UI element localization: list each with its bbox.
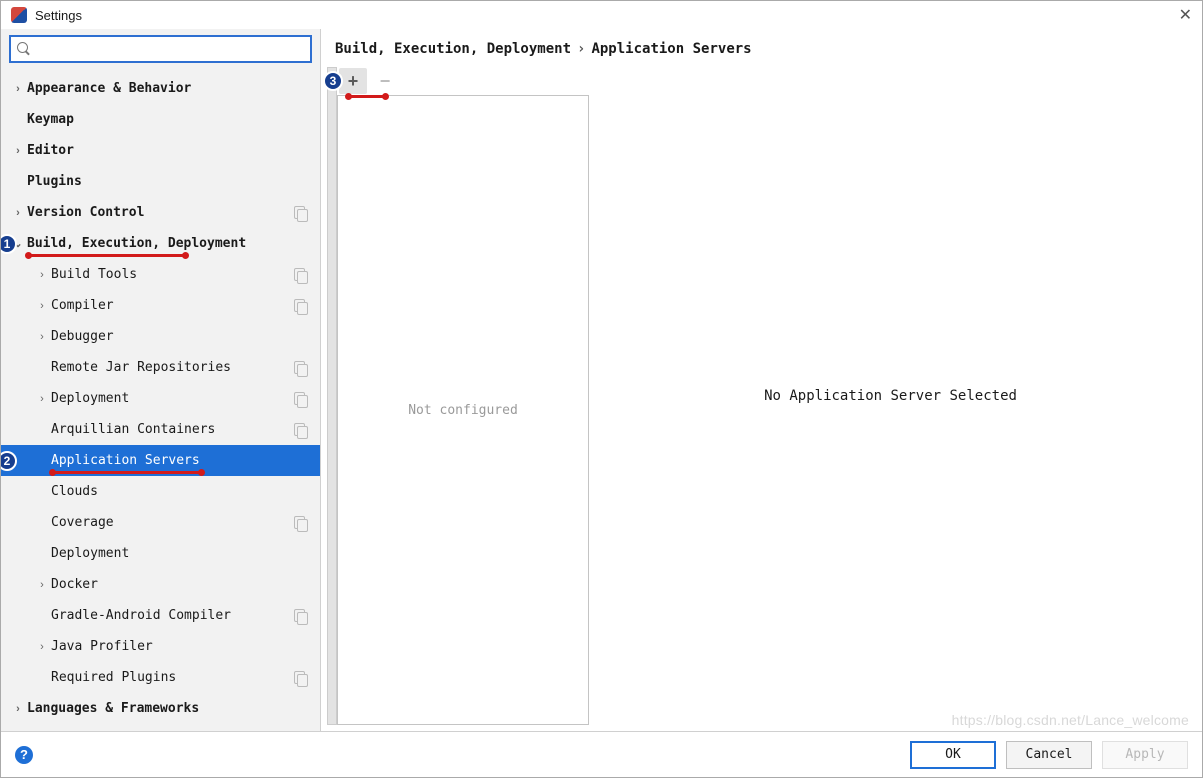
chevron-icon: › (33, 300, 51, 312)
tree-item-label: Remote Jar Repositories (51, 360, 231, 375)
copy-settings-icon (294, 299, 308, 313)
settings-dialog: Settings ✕ ›Appearance & BehaviorKeymap›… (0, 0, 1203, 778)
window-title: Settings (35, 8, 82, 23)
copy-settings-icon (294, 268, 308, 282)
list-scrollbar[interactable] (327, 67, 337, 725)
search-box[interactable] (9, 35, 312, 63)
list-toolbar: + − 3 (337, 67, 589, 95)
breadcrumb-current: Application Servers (591, 41, 751, 57)
tree-item-label: Plugins (27, 174, 82, 189)
app-logo-icon (11, 7, 27, 23)
annotation-badge-3: 3 (323, 71, 343, 91)
copy-settings-icon (294, 206, 308, 220)
list-empty-text: Not configured (408, 403, 518, 418)
tree-item-label: Java Profiler (51, 639, 153, 654)
tree-item-label: Required Plugins (51, 670, 176, 685)
search-wrap (1, 29, 320, 69)
tree-item-label: Version Control (27, 205, 144, 220)
search-input[interactable] (37, 42, 304, 57)
tree-item-label: Coverage (51, 515, 114, 530)
chevron-icon: › (33, 331, 51, 343)
tree-item-remote-jar-repositories[interactable]: Remote Jar Repositories (1, 352, 320, 383)
copy-settings-icon (294, 392, 308, 406)
tree-item-label: Build, Execution, Deployment (27, 236, 246, 251)
tree-item-label: Gradle-Android Compiler (51, 608, 231, 623)
annotation-underline-3 (347, 95, 387, 98)
tree-item-version-control[interactable]: ›Version Control (1, 197, 320, 228)
breadcrumb: Build, Execution, Deployment › Applicati… (321, 29, 1202, 61)
breadcrumb-sep: › (577, 41, 585, 57)
chevron-icon: › (9, 83, 27, 95)
tree-item-label: Arquillian Containers (51, 422, 215, 437)
tree-item-appearance-behavior[interactable]: ›Appearance & Behavior (1, 73, 320, 104)
annotation-underline-2 (51, 471, 203, 474)
tree-item-coverage[interactable]: Coverage (1, 507, 320, 538)
tree-item-label: Application Servers (51, 453, 200, 468)
main-area: ›Appearance & BehaviorKeymap›EditorPlugi… (1, 29, 1202, 731)
ok-button[interactable]: OK (910, 741, 996, 769)
tree-item-arquillian-containers[interactable]: Arquillian Containers (1, 414, 320, 445)
close-icon[interactable]: ✕ (1179, 5, 1192, 25)
copy-settings-icon (294, 361, 308, 375)
annotation-underline-1 (27, 254, 187, 257)
annotation-badge-1: 1 (1, 234, 17, 254)
chevron-icon: › (33, 641, 51, 653)
tree-item-label: Appearance & Behavior (27, 81, 191, 96)
add-server-button[interactable]: + (339, 68, 367, 94)
tree-item-label: Languages & Frameworks (27, 701, 199, 716)
tree-item-label: Clouds (51, 484, 98, 499)
search-icon (17, 42, 31, 56)
tree-item-label: Editor (27, 143, 74, 158)
titlebar: Settings ✕ (1, 1, 1202, 29)
apply-button: Apply (1102, 741, 1188, 769)
tree-item-label: Debugger (51, 329, 114, 344)
server-list-box[interactable]: Not configured (337, 95, 589, 725)
tree-item-keymap[interactable]: Keymap (1, 104, 320, 135)
remove-server-button[interactable]: − (371, 68, 399, 94)
dialog-footer: ? OK Cancel Apply (1, 731, 1202, 777)
tree-item-label: Compiler (51, 298, 114, 313)
copy-settings-icon (294, 609, 308, 623)
tree-item-debugger[interactable]: ›Debugger (1, 321, 320, 352)
tree-item-docker[interactable]: ›Docker (1, 569, 320, 600)
copy-settings-icon (294, 516, 308, 530)
tree-item-label: Deployment (51, 391, 129, 406)
breadcrumb-parent: Build, Execution, Deployment (335, 41, 571, 57)
content-body: + − 3 Not configured No Application Serv… (321, 61, 1202, 731)
cancel-button[interactable]: Cancel (1006, 741, 1092, 769)
tree-item-build-tools[interactable]: ›Build Tools (1, 259, 320, 290)
help-button[interactable]: ? (15, 746, 33, 764)
tree-item-deployment[interactable]: ›Deployment (1, 383, 320, 414)
chevron-icon: › (33, 269, 51, 281)
copy-settings-icon (294, 423, 308, 437)
server-detail-panel: No Application Server Selected (589, 67, 1202, 725)
tree-item-clouds[interactable]: Clouds (1, 476, 320, 507)
chevron-icon: › (33, 393, 51, 405)
tree-item-required-plugins[interactable]: Required Plugins (1, 662, 320, 693)
chevron-icon: › (9, 703, 27, 715)
tree-item-label: Keymap (27, 112, 74, 127)
tree-item-deployment[interactable]: Deployment (1, 538, 320, 569)
detail-empty-text: No Application Server Selected (764, 388, 1017, 404)
chevron-icon: › (33, 579, 51, 591)
tree-item-java-profiler[interactable]: ›Java Profiler (1, 631, 320, 662)
tree-item-compiler[interactable]: ›Compiler (1, 290, 320, 321)
chevron-icon: › (9, 145, 27, 157)
content: Build, Execution, Deployment › Applicati… (321, 29, 1202, 731)
tree-item-label: Deployment (51, 546, 129, 561)
copy-settings-icon (294, 671, 308, 685)
tree-item-editor[interactable]: ›Editor (1, 135, 320, 166)
tree-item-label: Build Tools (51, 267, 137, 282)
tree-item-label: Docker (51, 577, 98, 592)
settings-tree[interactable]: ›Appearance & BehaviorKeymap›EditorPlugi… (1, 69, 320, 731)
server-list-panel: + − 3 Not configured (337, 67, 589, 725)
tree-item-plugins[interactable]: Plugins (1, 166, 320, 197)
tree-item-build-execution-deployment[interactable]: ⌄Build, Execution, Deployment1 (1, 228, 320, 259)
annotation-badge-2: 2 (1, 451, 17, 471)
tree-item-languages-frameworks[interactable]: ›Languages & Frameworks (1, 693, 320, 724)
tree-item-gradle-android-compiler[interactable]: Gradle-Android Compiler (1, 600, 320, 631)
sidebar: ›Appearance & BehaviorKeymap›EditorPlugi… (1, 29, 321, 731)
chevron-icon: › (9, 207, 27, 219)
tree-item-application-servers[interactable]: Application Servers 2 (1, 445, 320, 476)
